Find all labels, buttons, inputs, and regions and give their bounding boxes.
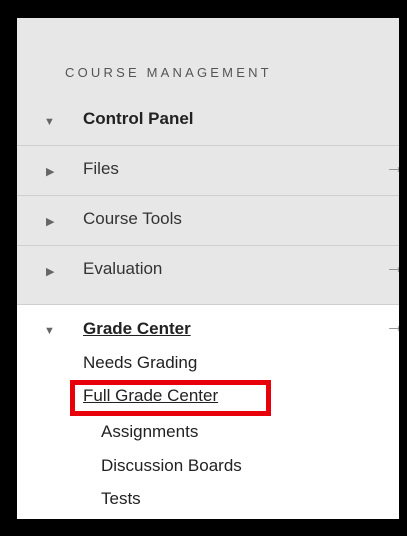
- expand-triangle-icon[interactable]: ▶: [46, 265, 54, 278]
- menu-item-grade-center[interactable]: ▼ Grade Center →: [17, 304, 399, 353]
- menu-item-evaluation[interactable]: ▶ Evaluation →: [17, 245, 399, 295]
- menu-item-label: Course Tools: [83, 209, 182, 228]
- course-management-panel: COURSE MANAGEMENT ▼ Control Panel ▶ File…: [17, 18, 399, 304]
- needs-grading-link[interactable]: Needs Grading: [83, 353, 197, 373]
- menu-item-label: Control Panel: [83, 109, 194, 128]
- arrow-right-icon[interactable]: →: [385, 156, 399, 179]
- menu-item-course-tools[interactable]: ▶ Course Tools: [17, 195, 399, 245]
- collapse-triangle-icon[interactable]: ▼: [44, 116, 55, 128]
- highlight-box: [70, 380, 271, 416]
- course-menu: COURSE MANAGEMENT ▼ Control Panel ▶ File…: [17, 18, 399, 519]
- grade-center-link[interactable]: Grade Center: [83, 319, 191, 339]
- menu-item-control-panel[interactable]: ▼ Control Panel: [17, 96, 399, 145]
- tests-link[interactable]: Tests: [101, 489, 141, 509]
- menu-item-files[interactable]: ▶ Files →: [17, 145, 399, 195]
- expand-triangle-icon[interactable]: ▶: [46, 215, 54, 228]
- discussion-boards-link[interactable]: Discussion Boards: [101, 456, 242, 476]
- menu-item-label: Evaluation: [83, 259, 163, 278]
- arrow-right-icon[interactable]: →: [385, 256, 399, 279]
- section-title: COURSE MANAGEMENT: [65, 65, 272, 80]
- menu-item-label: Files: [83, 159, 119, 178]
- collapse-triangle-icon[interactable]: ▼: [44, 325, 55, 337]
- arrow-right-icon[interactable]: →: [385, 315, 399, 338]
- expand-triangle-icon[interactable]: ▶: [46, 165, 54, 178]
- assignments-link[interactable]: Assignments: [101, 422, 198, 442]
